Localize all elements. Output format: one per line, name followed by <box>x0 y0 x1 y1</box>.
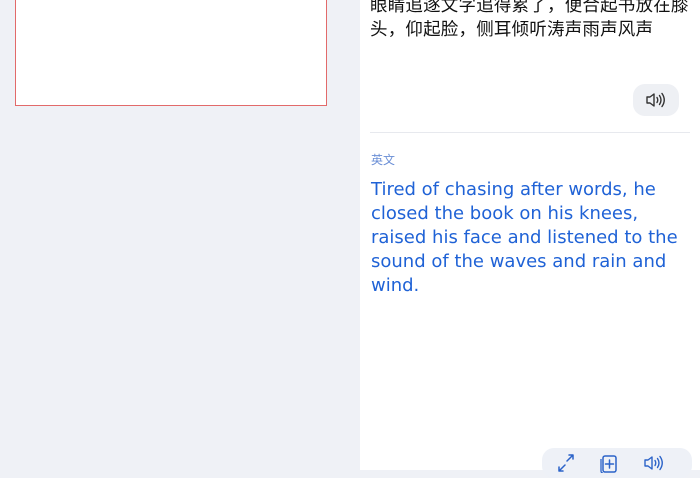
translated-text: Tired of chasing after words, he closed … <box>371 179 678 296</box>
divider <box>370 132 690 133</box>
speaker-icon <box>643 455 665 471</box>
target-language-label: 英文 <box>371 153 396 167</box>
selection-frame[interactable] <box>15 0 327 106</box>
expand-button[interactable] <box>552 452 580 474</box>
image-preview-pane <box>0 0 360 470</box>
add-to-notebook-icon <box>599 453 619 473</box>
translation-panel: 眼睛追逐文字追得累了，便合起书放在膝头，仰起脸，侧耳倾听涛声雨声风声 英文 Ti… <box>360 0 700 478</box>
add-to-notebook-button[interactable] <box>595 452 623 474</box>
source-text: 眼睛追逐文字追得累了，便合起书放在膝头，仰起脸，侧耳倾听涛声雨声风声 <box>370 0 689 40</box>
target-speak-button[interactable] <box>640 452 668 474</box>
expand-icon <box>556 454 576 472</box>
source-speak-button[interactable] <box>633 84 679 116</box>
result-toolbar <box>542 448 692 478</box>
speaker-icon <box>645 92 667 108</box>
